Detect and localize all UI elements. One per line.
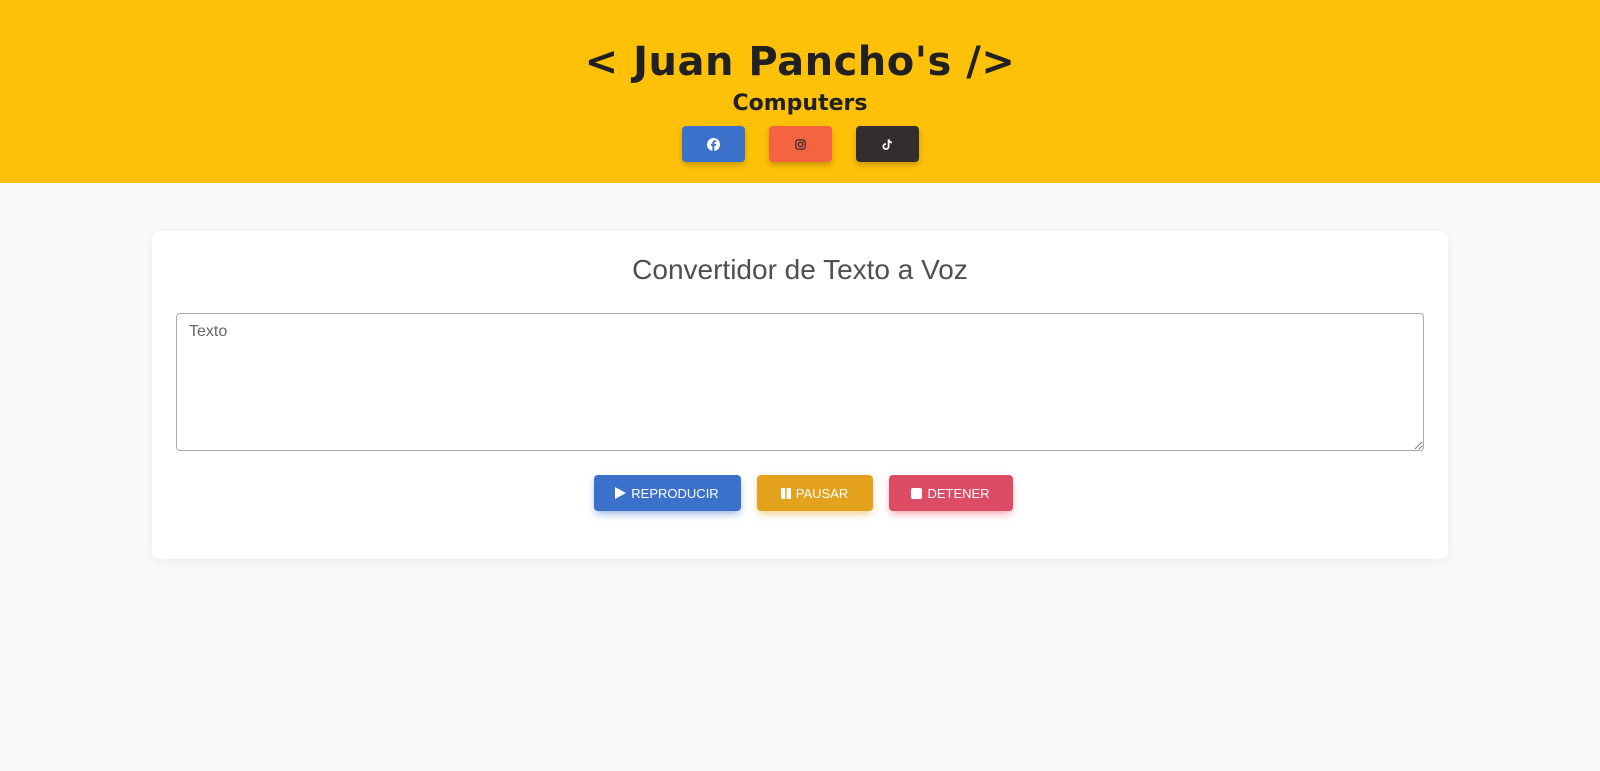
facebook-icon	[706, 137, 720, 151]
stop-icon	[911, 487, 923, 499]
text-input[interactable]	[176, 313, 1424, 451]
brand-title: < Juan Pancho's />	[584, 39, 1016, 85]
pause-button[interactable]: PAUSAR	[756, 475, 873, 511]
tiktok-icon	[881, 138, 893, 151]
tts-card: Convertidor de Texto a Voz REPRODUCIR PA…	[152, 231, 1448, 559]
brand-subtitle: Computers	[732, 91, 868, 116]
facebook-button[interactable]	[681, 126, 745, 162]
play-button[interactable]: REPRODUCIR	[593, 475, 741, 511]
play-icon	[615, 487, 627, 499]
tiktok-button[interactable]	[855, 126, 919, 162]
instagram-button[interactable]	[768, 126, 832, 162]
site-header: < Juan Pancho's /> Computers	[0, 0, 1600, 183]
playback-controls: REPRODUCIR PAUSAR DETENER	[152, 475, 1448, 511]
stop-button[interactable]: DETENER	[888, 475, 1013, 511]
card-title: Convertidor de Texto a Voz	[632, 254, 968, 285]
stop-button-label: DETENER	[927, 485, 990, 501]
play-button-label: REPRODUCIR	[631, 485, 719, 501]
social-links	[0, 126, 1600, 162]
pause-button-label: PAUSAR	[795, 485, 849, 501]
pause-icon	[780, 487, 791, 499]
instagram-icon	[794, 138, 806, 150]
